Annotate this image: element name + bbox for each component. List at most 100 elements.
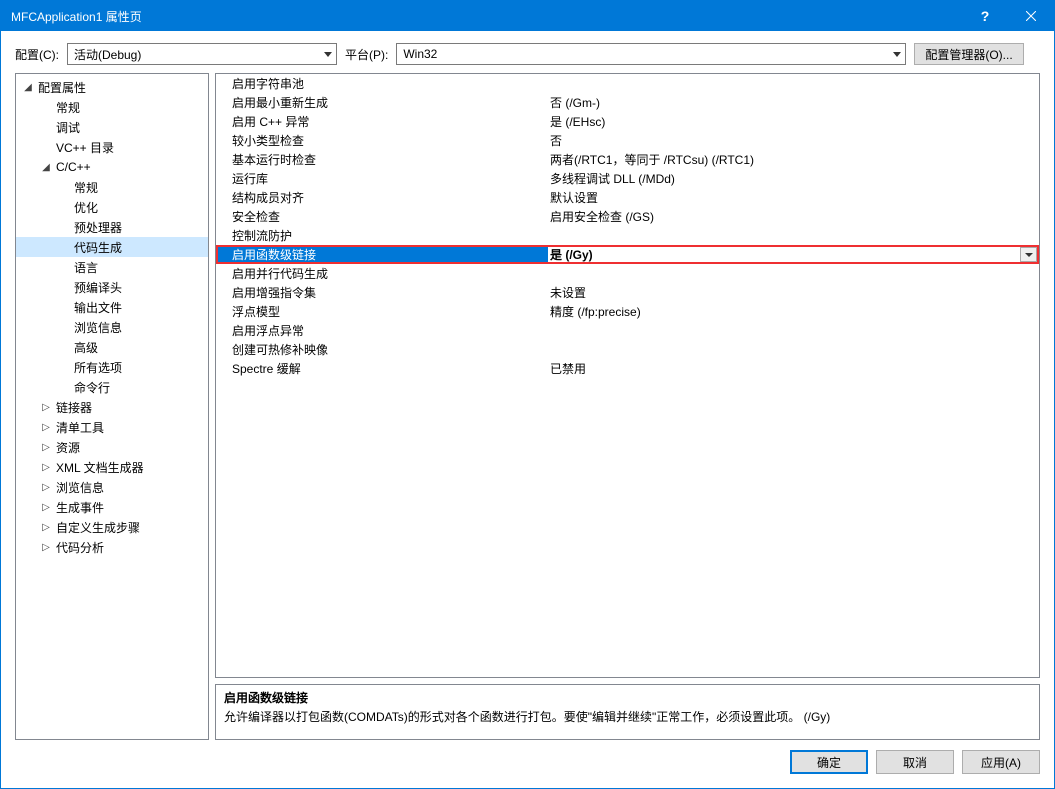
description-panel: 启用函数级链接 允许编译器以打包函数(COMDATs)的形式对各个函数进行打包。… [215, 684, 1040, 740]
expander-open-icon[interactable]: ◢ [22, 81, 34, 93]
property-value[interactable]: 默认设置 [546, 188, 1039, 207]
property-row[interactable]: 启用增强指令集未设置 [216, 283, 1039, 302]
tree-node[interactable]: 语言 [16, 257, 208, 277]
property-row[interactable]: Spectre 缓解已禁用 [216, 359, 1039, 378]
close-button[interactable] [1008, 1, 1054, 31]
property-row[interactable]: 控制流防护 [216, 226, 1039, 245]
tree-label: 命令行 [74, 379, 110, 396]
body: ◢配置属性常规调试VC++ 目录◢C/C++常规优化预处理器代码生成语言预编译头… [1, 73, 1054, 740]
tree-label: 浏览信息 [74, 319, 122, 336]
property-value[interactable]: 是 (/Gy) [548, 247, 1037, 262]
property-row[interactable]: 基本运行时检查两者(/RTC1，等同于 /RTCsu) (/RTC1) [216, 150, 1039, 169]
property-value[interactable]: 已禁用 [546, 359, 1039, 378]
platform-label: 平台(P): [345, 46, 388, 63]
tree-node[interactable]: ▷浏览信息 [16, 477, 208, 497]
property-value[interactable]: 两者(/RTC1，等同于 /RTCsu) (/RTC1) [546, 150, 1039, 169]
platform-value: Win32 [403, 47, 437, 61]
property-grid[interactable]: 启用字符串池启用最小重新生成否 (/Gm-)启用 C++ 异常是 (/EHsc)… [215, 73, 1040, 678]
tree-label: 链接器 [56, 399, 92, 416]
property-value[interactable] [546, 226, 1039, 245]
property-row[interactable]: 浮点模型精度 (/fp:precise) [216, 302, 1039, 321]
property-row[interactable]: 启用函数级链接是 (/Gy) [216, 245, 1039, 264]
property-row[interactable]: 创建可热修补映像 [216, 340, 1039, 359]
tree-node[interactable]: 命令行 [16, 377, 208, 397]
tree-label: 预编译头 [74, 279, 122, 296]
tree-node[interactable]: ◢ 配置属性 [16, 77, 208, 97]
property-row[interactable]: 启用浮点异常 [216, 321, 1039, 340]
expander-closed-icon[interactable]: ▷ [40, 521, 52, 533]
tree-node[interactable]: 输出文件 [16, 297, 208, 317]
property-name: Spectre 缓解 [216, 359, 546, 378]
expander-closed-icon[interactable]: ▷ [40, 541, 52, 553]
property-value[interactable]: 启用安全检查 (/GS) [546, 207, 1039, 226]
property-value[interactable] [546, 321, 1039, 340]
help-button[interactable]: ? [962, 1, 1008, 31]
expander-closed-icon[interactable]: ▷ [40, 501, 52, 513]
config-combo[interactable]: 活动(Debug) [67, 43, 337, 65]
tree-label: 配置属性 [38, 79, 86, 96]
tree-node[interactable]: 常规 [16, 177, 208, 197]
property-value[interactable]: 否 (/Gm-) [546, 93, 1039, 112]
expander-open-icon[interactable]: ◢ [40, 161, 52, 173]
tree-node[interactable]: ▷ 链接器 [16, 397, 208, 417]
cancel-button[interactable]: 取消 [876, 750, 954, 774]
tree-node[interactable]: 浏览信息 [16, 317, 208, 337]
property-name: 创建可热修补映像 [216, 340, 546, 359]
expander-closed-icon[interactable]: ▷ [40, 421, 52, 433]
config-manager-button[interactable]: 配置管理器(O)... [914, 43, 1023, 65]
apply-button[interactable]: 应用(A) [962, 750, 1040, 774]
property-row[interactable]: 启用字符串池 [216, 74, 1039, 93]
property-value[interactable]: 精度 (/fp:precise) [546, 302, 1039, 321]
ok-button[interactable]: 确定 [790, 750, 868, 774]
tree-node[interactable]: ▷代码分析 [16, 537, 208, 557]
tree-node[interactable]: ▷ 清单工具 [16, 417, 208, 437]
tree-node[interactable]: 预处理器 [16, 217, 208, 237]
property-name: 启用增强指令集 [216, 283, 546, 302]
tree-label: VC++ 目录 [56, 139, 114, 156]
property-row[interactable]: 安全检查启用安全检查 (/GS) [216, 207, 1039, 226]
property-name: 启用函数级链接 [218, 247, 548, 262]
property-name: 启用 C++ 异常 [216, 112, 546, 131]
property-value[interactable] [546, 264, 1039, 283]
tree-node[interactable]: VC++ 目录 [16, 137, 208, 157]
footer: 确定 取消 应用(A) [1, 740, 1054, 788]
tree-node[interactable]: 优化 [16, 197, 208, 217]
property-row[interactable]: 启用并行代码生成 [216, 264, 1039, 283]
tree-node[interactable]: ▷XML 文档生成器 [16, 457, 208, 477]
property-value[interactable]: 是 (/EHsc) [546, 112, 1039, 131]
property-name: 启用并行代码生成 [216, 264, 546, 283]
tree-node[interactable]: 常规 [16, 97, 208, 117]
tree-node[interactable]: 高级 [16, 337, 208, 357]
tree-node[interactable]: ▷自定义生成步骤 [16, 517, 208, 537]
tree-view[interactable]: ◢配置属性常规调试VC++ 目录◢C/C++常规优化预处理器代码生成语言预编译头… [15, 73, 209, 740]
property-value[interactable] [546, 74, 1039, 93]
tree-label: 常规 [56, 99, 80, 116]
property-row[interactable]: 运行库多线程调试 DLL (/MDd) [216, 169, 1039, 188]
property-page-dialog: MFCApplication1 属性页 ? 配置(C): 活动(Debug) 平… [0, 0, 1055, 789]
tree-node[interactable]: 预编译头 [16, 277, 208, 297]
property-row[interactable]: 较小类型检查否 [216, 131, 1039, 150]
tree-node[interactable]: 代码生成 [16, 237, 208, 257]
platform-combo[interactable]: Win32 [396, 43, 906, 65]
dropdown-button[interactable] [1020, 247, 1037, 262]
expander-closed-icon[interactable]: ▷ [40, 461, 52, 473]
property-row[interactable]: 启用 C++ 异常是 (/EHsc) [216, 112, 1039, 131]
expander-closed-icon[interactable]: ▷ [40, 401, 52, 413]
tree-label: 生成事件 [56, 499, 104, 516]
property-value[interactable]: 多线程调试 DLL (/MDd) [546, 169, 1039, 188]
property-value[interactable]: 否 [546, 131, 1039, 150]
toolbar: 配置(C): 活动(Debug) 平台(P): Win32 配置管理器(O)..… [1, 31, 1054, 73]
tree-label: 清单工具 [56, 419, 104, 436]
config-label: 配置(C): [15, 46, 59, 63]
expander-closed-icon[interactable]: ▷ [40, 481, 52, 493]
tree-node[interactable]: ◢C/C++ [16, 157, 208, 177]
expander-closed-icon[interactable]: ▷ [40, 441, 52, 453]
tree-node[interactable]: 调试 [16, 117, 208, 137]
property-row[interactable]: 结构成员对齐默认设置 [216, 188, 1039, 207]
property-value[interactable] [546, 340, 1039, 359]
tree-node[interactable]: ▷ 生成事件 [16, 497, 208, 517]
property-value[interactable]: 未设置 [546, 283, 1039, 302]
tree-node[interactable]: ▷资源 [16, 437, 208, 457]
tree-node[interactable]: 所有选项 [16, 357, 208, 377]
property-row[interactable]: 启用最小重新生成否 (/Gm-) [216, 93, 1039, 112]
